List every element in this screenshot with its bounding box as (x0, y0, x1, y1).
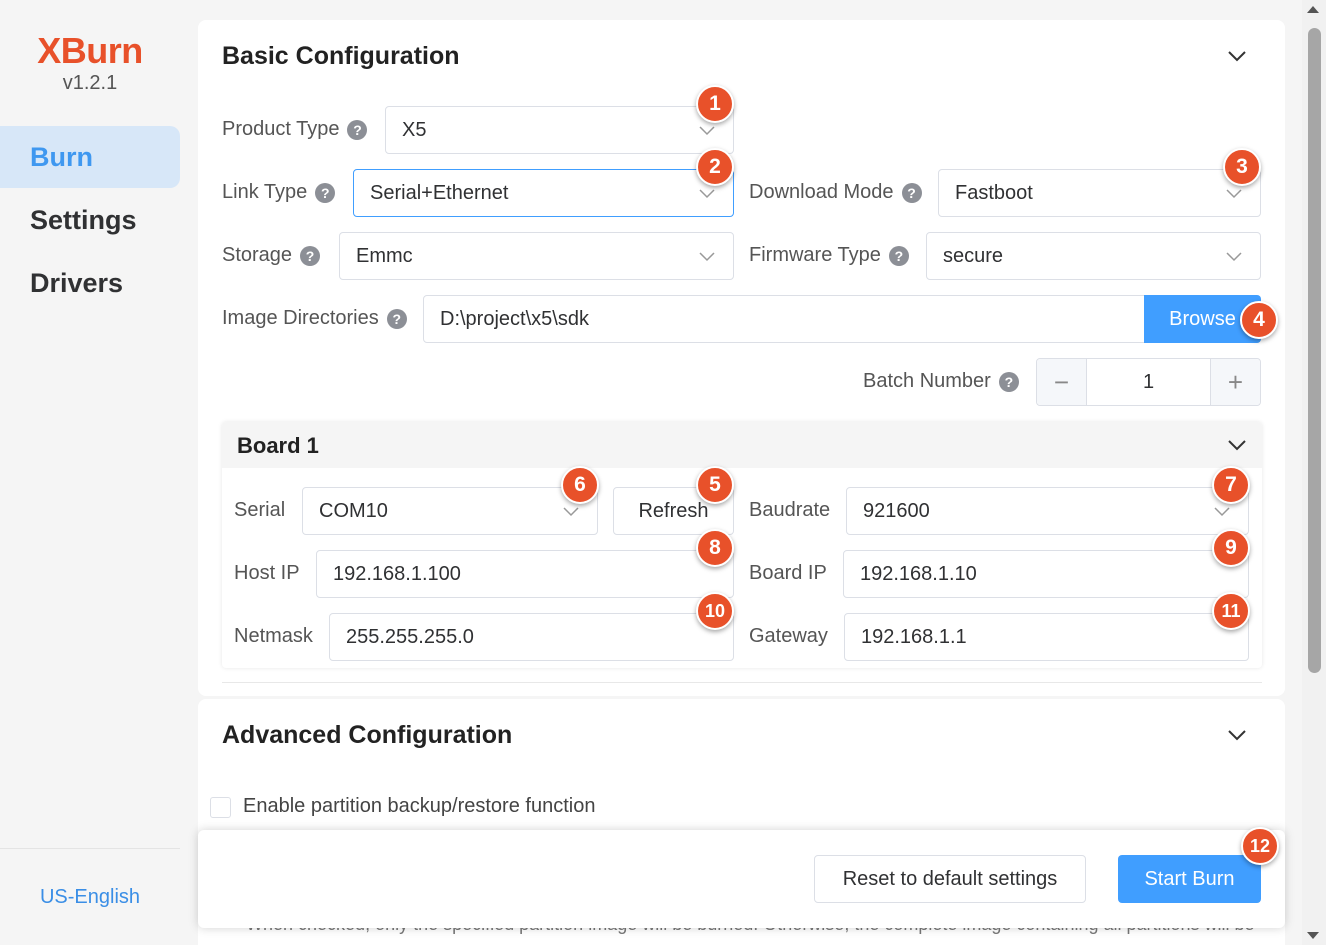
chevron-down-icon (699, 189, 715, 199)
baudrate-value: 921600 (863, 499, 930, 522)
product-type-label: Product Type ? (222, 118, 368, 141)
callout-badge: 10 (696, 592, 734, 630)
collapse-advanced-icon[interactable] (1228, 729, 1246, 741)
firmware-type-select[interactable]: secure (926, 232, 1261, 280)
host-ip-label: Host IP (234, 562, 300, 584)
download-mode-select[interactable]: Fastboot (938, 169, 1261, 217)
chevron-down-icon (563, 507, 579, 517)
batch-number-value[interactable]: 1 (1087, 359, 1210, 405)
callout-badge: 2 (696, 148, 734, 186)
product-type-value: X5 (402, 118, 427, 141)
host-ip-field[interactable] (316, 550, 734, 598)
sidebar-divider (0, 848, 180, 849)
batch-number-label-text: Batch Number (863, 370, 991, 392)
reset-defaults-button[interactable]: Reset to default settings (814, 855, 1086, 903)
baudrate-select[interactable]: 921600 (846, 487, 1249, 535)
image-dir-input[interactable] (440, 307, 1147, 331)
firmware-type-label: Firmware Type ? (749, 244, 909, 267)
image-dir-label: Image Directories ? (222, 307, 407, 330)
app-logo: XBurn (37, 30, 143, 71)
image-dir-label-text: Image Directories (222, 307, 379, 329)
link-type-label: Link Type ? (222, 181, 336, 204)
advanced-config-title: Advanced Configuration (222, 721, 513, 749)
storage-select[interactable]: Emmc (339, 232, 734, 280)
chevron-down-icon (1226, 252, 1242, 262)
board-title: Board 1 (237, 433, 319, 458)
link-type-select[interactable]: Serial+Ethernet (353, 169, 734, 217)
basic-config-title: Basic Configuration (222, 42, 460, 70)
host-ip-input[interactable] (333, 562, 733, 586)
product-type-select[interactable]: X5 (385, 106, 734, 154)
minus-icon[interactable]: − (1037, 359, 1087, 405)
storage-label-text: Storage (222, 244, 293, 266)
language-switch[interactable]: US-English (0, 886, 180, 909)
gateway-input[interactable] (861, 625, 1248, 649)
callout-badge: 6 (561, 466, 599, 504)
basic-divider (222, 682, 1262, 683)
callout-badge: 12 (1241, 827, 1279, 865)
board-header[interactable]: Board 1 (222, 422, 1262, 468)
board-ip-field[interactable] (843, 550, 1249, 598)
collapse-board-icon[interactable] (1228, 439, 1246, 451)
baudrate-label: Baudrate (749, 499, 831, 521)
firmware-type-value: secure (943, 244, 1004, 267)
board-ip-label: Board IP (749, 562, 827, 584)
callout-badge: 7 (1212, 466, 1250, 504)
question-circle-icon[interactable]: ? (888, 245, 909, 266)
callout-badge: 4 (1240, 301, 1278, 339)
callout-badge: 11 (1212, 592, 1250, 630)
gateway-field[interactable] (844, 613, 1249, 661)
netmask-label: Netmask (234, 625, 313, 647)
chevron-down-icon (1226, 189, 1242, 199)
netmask-field[interactable] (329, 613, 734, 661)
firmware-type-label-text: Firmware Type (749, 244, 881, 266)
start-burn-button[interactable]: Start Burn (1118, 855, 1261, 903)
download-mode-label-text: Download Mode (749, 181, 894, 203)
callout-badge: 5 (696, 466, 734, 504)
batch-number-label: Batch Number ? (863, 370, 1019, 393)
question-circle-icon[interactable]: ? (315, 182, 336, 203)
partition-backup-label[interactable]: Enable partition backup/restore function (243, 795, 595, 818)
question-circle-icon[interactable]: ? (386, 308, 407, 329)
question-circle-icon[interactable]: ? (998, 371, 1019, 392)
netmask-input[interactable] (346, 625, 733, 649)
chevron-down-icon (699, 126, 715, 136)
question-circle-icon[interactable]: ? (300, 245, 321, 266)
image-dir-field[interactable] (423, 295, 1148, 343)
question-circle-icon[interactable]: ? (901, 182, 922, 203)
serial-value: COM10 (319, 499, 388, 522)
gateway-label: Gateway (749, 625, 828, 647)
partition-backup-checkbox[interactable] (210, 797, 231, 818)
storage-label: Storage ? (222, 244, 321, 267)
link-type-value: Serial+Ethernet (370, 181, 509, 204)
nav-item-burn[interactable]: Burn (0, 126, 180, 188)
chevron-down-icon (1214, 507, 1230, 517)
download-mode-value: Fastboot (955, 181, 1033, 204)
nav-item-drivers[interactable]: Drivers (0, 252, 180, 314)
app-version: v1.2.1 (62, 72, 118, 94)
question-circle-icon[interactable]: ? (347, 119, 368, 140)
link-type-label-text: Link Type (222, 181, 308, 203)
board-ip-input[interactable] (860, 562, 1248, 586)
product-type-label-text: Product Type (222, 118, 340, 140)
callout-badge: 3 (1223, 148, 1261, 186)
storage-value: Emmc (356, 244, 413, 267)
plus-icon[interactable]: + (1210, 359, 1260, 405)
scrollbar-thumb[interactable] (1308, 28, 1321, 673)
callout-badge: 9 (1212, 529, 1250, 567)
chevron-down-icon (699, 252, 715, 262)
callout-badge: 1 (696, 85, 734, 123)
sidebar: XBurn v1.2.1 Burn Settings Drivers US-En… (0, 0, 190, 945)
action-bar: Reset to default settings Start Burn (198, 830, 1285, 928)
nav-item-settings[interactable]: Settings (0, 189, 180, 251)
callout-badge: 8 (696, 529, 734, 567)
serial-select[interactable]: COM10 (302, 487, 598, 535)
serial-label: Serial (234, 499, 286, 521)
download-mode-label: Download Mode ? (749, 181, 922, 204)
scroll-up-icon[interactable] (1307, 6, 1319, 13)
scroll-down-icon[interactable] (1307, 932, 1319, 939)
collapse-basic-icon[interactable] (1228, 50, 1246, 62)
batch-number-stepper[interactable]: − 1 + (1036, 358, 1261, 406)
